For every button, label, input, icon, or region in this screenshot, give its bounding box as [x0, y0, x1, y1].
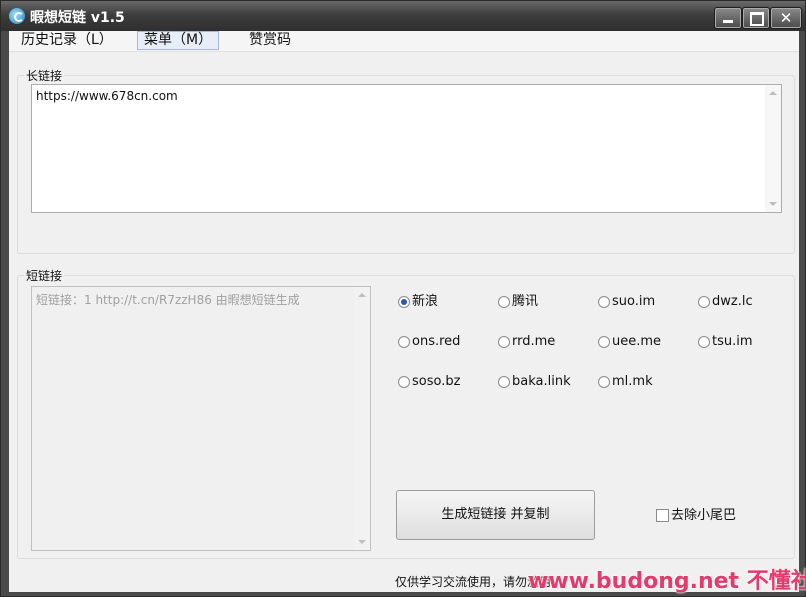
app-logo-icon	[9, 8, 25, 24]
maximize-button[interactable]	[742, 7, 770, 29]
radio-icon	[398, 336, 410, 348]
short-link-scrollbar[interactable]	[354, 287, 370, 550]
generate-copy-button[interactable]: 生成短链接 并复制	[396, 490, 595, 540]
long-link-group: 长链接 https://www.678cn.com	[17, 67, 795, 254]
remove-tail-label: 去除小尾巴	[671, 508, 737, 523]
long-link-value: https://www.678cn.com	[36, 89, 178, 103]
radio-icon	[398, 376, 410, 388]
radio-label: ons.red	[412, 334, 461, 349]
radio-label: soso.bz	[412, 374, 461, 389]
close-icon: ✕	[779, 9, 793, 27]
short-link-group: 短链接 短链接：1 http://t.cn/R7zzH86 由暇想短链生成 新浪…	[17, 267, 795, 559]
minimize-button[interactable]	[714, 7, 742, 29]
radio-label: tsu.im	[712, 334, 753, 349]
radio-icon	[698, 296, 710, 308]
menu-main[interactable]: 菜单（M）	[137, 31, 220, 50]
client-area: 历史记录（L） 菜单（M） 赞赏码 长链接 https://www.678cn.…	[9, 31, 799, 592]
radio-icon	[698, 336, 710, 348]
radio-label: 新浪	[412, 294, 439, 309]
menu-history[interactable]: 历史记录（L）	[15, 32, 119, 49]
radio-label: dwz.lc	[712, 294, 753, 309]
short-link-output[interactable]: 短链接：1 http://t.cn/R7zzH86 由暇想短链生成	[31, 286, 371, 551]
radio-label: rrd.me	[512, 334, 556, 349]
radio-selected-icon	[398, 296, 410, 308]
short-link-label: 短链接	[24, 267, 65, 284]
scroll-up-icon[interactable]	[358, 293, 366, 297]
scroll-down-icon[interactable]	[769, 202, 777, 206]
radio-icon	[498, 376, 510, 388]
radio-label: ml.mk	[612, 374, 653, 389]
menu-donate[interactable]: 赞赏码	[243, 32, 297, 49]
radio-icon	[598, 336, 610, 348]
titlebar: 暇想短链 v1.5 ✕	[1, 1, 805, 31]
radio-label: uee.me	[612, 334, 662, 349]
scroll-up-icon[interactable]	[769, 91, 777, 95]
radio-icon	[498, 296, 510, 308]
app-window: 暇想短链 v1.5 ✕ 历史记录（L） 菜单（M） 赞赏码 长链接 https:…	[0, 0, 806, 597]
menubar: 历史记录（L） 菜单（M） 赞赏码	[9, 31, 799, 52]
checkbox-icon	[656, 509, 669, 522]
radio-icon	[598, 376, 610, 388]
radio-label: suo.im	[612, 294, 656, 309]
scroll-down-icon[interactable]	[358, 540, 366, 544]
long-link-label: 长链接	[24, 67, 65, 84]
close-button[interactable]: ✕	[770, 7, 802, 29]
long-link-scrollbar[interactable]	[765, 85, 781, 212]
long-link-input[interactable]: https://www.678cn.com	[31, 84, 782, 213]
radio-label: 腾讯	[512, 294, 539, 309]
watermark: www.budong.net 不懂社区	[528, 569, 806, 594]
radio-label: baka.link	[512, 374, 571, 389]
radio-icon	[498, 336, 510, 348]
short-link-value: 短链接：1 http://t.cn/R7zzH86 由暇想短链生成	[36, 293, 300, 307]
window-title: 暇想短链 v1.5	[30, 10, 125, 26]
radio-icon	[598, 296, 610, 308]
